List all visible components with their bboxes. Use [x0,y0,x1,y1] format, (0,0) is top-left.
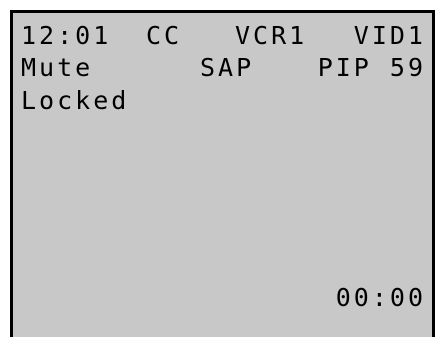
source-indicator: VCR1 [235,21,308,50]
sap-indicator: SAP [200,53,255,82]
lock-status: Locked [21,86,130,115]
pip-channel-indicator: PIP 59 [317,53,426,82]
timer-readout: 00:00 [335,283,426,312]
closed-caption-indicator: CC [146,21,183,50]
mute-indicator: Mute [21,53,94,82]
video-input-indicator: VID1 [353,21,426,50]
osd-screen: 12:01 CC VCR1 VID1 Mute SAP PIP 59 Locke… [10,10,435,337]
clock-readout: 12:01 [21,21,112,50]
